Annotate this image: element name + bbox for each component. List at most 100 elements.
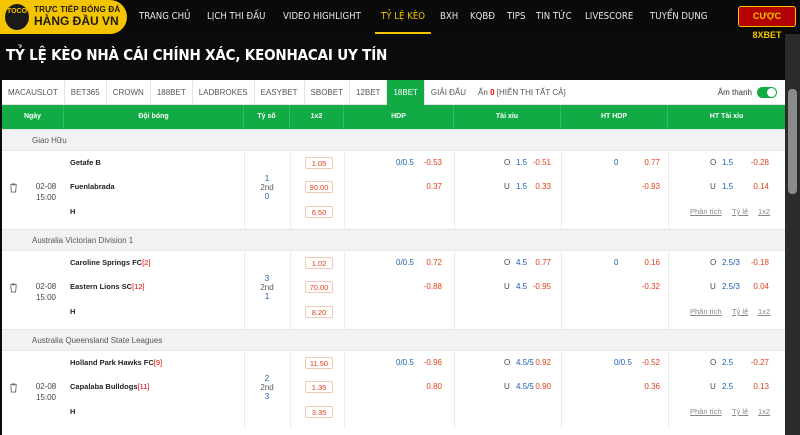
hdp-away-odds[interactable]: 0.80 [402, 382, 442, 391]
ht-hdp-away-odds[interactable]: 0.36 [620, 382, 660, 391]
odds-1x2-home[interactable]: 11.50 [305, 357, 333, 369]
hdp-away-odds[interactable]: 0.37 [402, 182, 442, 191]
nav-item-tips[interactable]: TIPS [501, 0, 531, 34]
nav-item-livescore[interactable]: LIVESCORE [579, 0, 639, 34]
under-label: U [504, 382, 510, 391]
nav-item-odds[interactable]: TỶ LỆ KÈO [375, 0, 432, 34]
nav-item-careers[interactable]: TUYỂN DỤNG [644, 0, 713, 34]
trash-icon[interactable] [9, 283, 18, 293]
away-team[interactable]: Eastern Lions SC[12] [70, 282, 145, 291]
ht-over-label: O [710, 258, 717, 267]
ht-hdp-away-odds[interactable]: -0.93 [620, 182, 660, 191]
away-team-name: Fuenlabrada [70, 182, 115, 191]
page-title: TỶ LỆ KÈO NHÀ CÁI CHÍNH XÁC, KEONHACAI U… [6, 46, 388, 64]
odds-1x2-away[interactable]: 90.00 [305, 181, 333, 193]
odds-table-card: MACAUSLOT BET365 CROWN 188BET LADBROKES … [2, 80, 785, 435]
hdp-home-odds[interactable]: -0.96 [402, 358, 442, 367]
hdp-home-odds[interactable]: -0.53 [402, 158, 442, 167]
tab-easybet[interactable]: EASYBET [255, 80, 305, 105]
ou-over-odds[interactable]: 0.77 [511, 258, 551, 267]
analysis-link[interactable]: Phân tích [690, 407, 722, 416]
trash-icon[interactable] [9, 383, 18, 393]
ou-under-odds[interactable]: -0.95 [511, 282, 551, 291]
nav-item-schedule[interactable]: LỊCH THI ĐẤU [201, 0, 271, 34]
bet-cta-button[interactable]: CƯỢC 8XBET [738, 6, 796, 40]
x12-link[interactable]: 1x2 [758, 207, 770, 216]
odds-1x2-draw[interactable]: 8.20 [305, 306, 333, 318]
page-scrollbar[interactable] [785, 34, 800, 435]
hdp-home-odds[interactable]: 0.72 [402, 258, 442, 267]
odds-1x2-home[interactable]: 1.05 [305, 157, 333, 169]
x12-link[interactable]: 1x2 [758, 307, 770, 316]
home-team-name: Holland Park Hawks FC [70, 358, 154, 367]
ht-hdp-line: 0 [614, 258, 619, 267]
col-date: Ngày [2, 105, 64, 129]
home-team[interactable]: Getafe B [70, 158, 101, 167]
trash-icon[interactable] [9, 183, 18, 193]
divider [561, 151, 562, 229]
site-logo[interactable]: TOCO TRỰC TIẾP BÓNG ĐÁ HÀNG ĐẦU VN [0, 0, 127, 34]
home-team-name: Caroline Springs FC [70, 258, 143, 267]
col-score: Tỷ số [244, 105, 290, 129]
col-ht-hdp: HT HDP [561, 105, 668, 129]
analysis-link[interactable]: Phân tích [690, 207, 722, 216]
nav-item-news[interactable]: TIN TỨC [530, 0, 578, 34]
x12-link[interactable]: 1x2 [758, 407, 770, 416]
nav-item-results[interactable]: KQBĐ [464, 0, 501, 34]
analysis-link[interactable]: Phân tích [690, 307, 722, 316]
ht-hdp-home-odds[interactable]: -0.52 [620, 358, 660, 367]
tab-leagues[interactable]: GIẢI ĐẤU [425, 80, 472, 105]
nav-item-standings[interactable]: BXH [434, 0, 464, 34]
col-1x2: 1x2 [290, 105, 344, 129]
tab-188bet[interactable]: 188BET [151, 80, 193, 105]
sound-toggle[interactable] [757, 87, 777, 98]
nav-item-home[interactable]: TRANG CHỦ [133, 0, 196, 34]
tab-18bet[interactable]: 18BET [387, 80, 425, 105]
odds-link[interactable]: Tỷ lệ [732, 407, 748, 416]
home-team[interactable]: Caroline Springs FC[2] [70, 258, 150, 267]
scrollbar-thumb[interactable] [788, 89, 797, 194]
tab-ladbrokes[interactable]: LADBROKES [193, 80, 255, 105]
tab-crown[interactable]: CROWN [107, 80, 151, 105]
ou-under-odds[interactable]: 0.90 [511, 382, 551, 391]
nav-item-highlight[interactable]: VIDEO HIGHLIGHT [277, 0, 367, 34]
ou-over-odds[interactable]: 0.92 [511, 358, 551, 367]
match-datetime: 02-08 15:00 [31, 381, 61, 403]
tab-sbobet[interactable]: SBOBET [305, 80, 350, 105]
ou-under-odds[interactable]: 0.33 [511, 182, 551, 191]
odds-link[interactable]: Tỷ lệ [732, 307, 748, 316]
away-team[interactable]: Fuenlabrada [70, 182, 115, 191]
hdp-away-odds[interactable]: -0.88 [402, 282, 442, 291]
nav-menu: TRANG CHỦ LỊCH THI ĐẤU VIDEO HIGHLIGHT T… [133, 0, 718, 34]
odds-1x2-away[interactable]: 70.00 [305, 281, 333, 293]
away-team[interactable]: Capalaba Bulldogs[11] [70, 382, 149, 391]
tab-bet365[interactable]: BET365 [65, 80, 107, 105]
tab-macauslot[interactable]: MACAUSLOT [2, 80, 65, 105]
ht-ou-over-odds[interactable]: -0.28 [729, 158, 769, 167]
odds-1x2-away[interactable]: 1.35 [305, 381, 333, 393]
divider [561, 351, 562, 429]
odds-1x2-home[interactable]: 1.02 [305, 257, 333, 269]
ht-over-label: O [710, 158, 717, 167]
hidden-count: 0 [490, 87, 495, 97]
hidden-filter[interactable]: Ẩn 0 [HIỂN THỊ TẤT CẢ] [472, 80, 572, 105]
odds-link[interactable]: Tỷ lệ [732, 207, 748, 216]
odds-1x2-draw[interactable]: 6.50 [305, 206, 333, 218]
tab-12bet[interactable]: 12BET [350, 80, 388, 105]
ht-hdp-away-odds[interactable]: -0.32 [620, 282, 660, 291]
ht-ou-over-odds[interactable]: -0.18 [729, 258, 769, 267]
ht-hdp-home-odds[interactable]: 0.16 [620, 258, 660, 267]
home-team[interactable]: Holland Park Hawks FC[9] [70, 358, 162, 367]
odds-1x2-draw[interactable]: 3.35 [305, 406, 333, 418]
ou-over-odds[interactable]: -0.51 [511, 158, 551, 167]
show-all-link[interactable]: [HIỂN THỊ TẤT CẢ] [497, 88, 566, 97]
live-score: 3 2nd 1 [260, 274, 274, 301]
home-rank: [9] [153, 358, 163, 367]
divider [344, 251, 345, 329]
ht-ou-under-odds[interactable]: 0.13 [729, 382, 769, 391]
ht-ou-under-odds[interactable]: 0.04 [729, 282, 769, 291]
match-time: 15:00 [35, 393, 57, 402]
ht-hdp-home-odds[interactable]: 0.77 [620, 158, 660, 167]
ht-ou-over-odds[interactable]: -0.27 [729, 358, 769, 367]
ht-ou-under-odds[interactable]: 0.14 [729, 182, 769, 191]
